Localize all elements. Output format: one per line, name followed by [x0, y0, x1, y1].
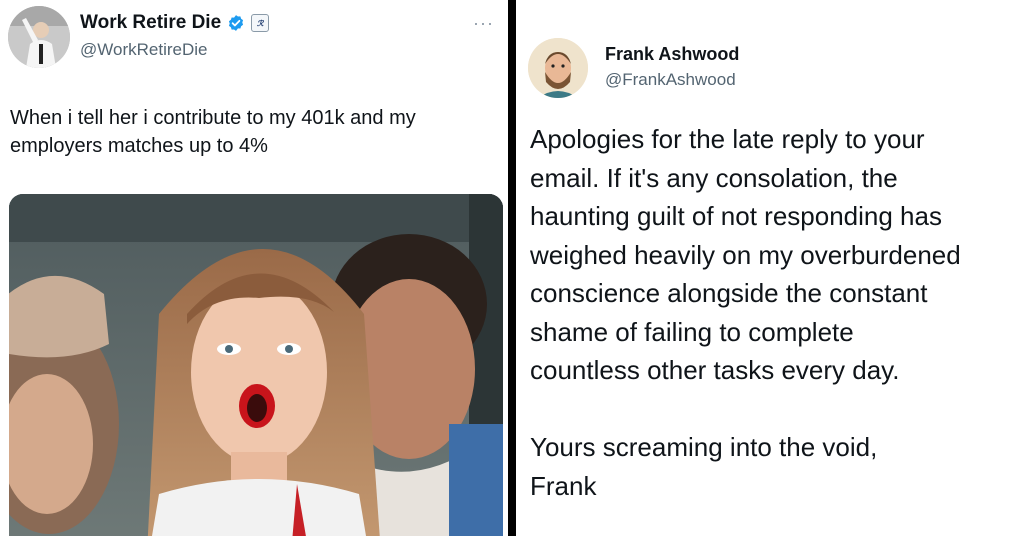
avatar[interactable] — [8, 6, 70, 68]
panel-divider — [508, 0, 516, 536]
avatar[interactable] — [528, 38, 588, 98]
tweet-photo[interactable] — [9, 194, 503, 536]
tweet-line: weighed heavily on my overburdened — [530, 239, 961, 270]
affiliate-badge-icon[interactable]: ℛ — [251, 14, 270, 32]
more-options-icon[interactable]: ··· — [473, 14, 494, 32]
tweet-line: conscience alongside the constant — [530, 278, 928, 308]
tweet-closing-line: Yours screaming into the void, — [530, 432, 878, 462]
display-name[interactable]: Frank Ashwood — [605, 44, 739, 65]
tweet-line: Apologies for the late reply to your — [530, 124, 925, 154]
tweet-signature: Frank — [530, 470, 597, 501]
tweet-line: shame of failing to complete — [530, 316, 854, 347]
tweet-line: email. If it's any consolation, the — [530, 162, 898, 193]
handle[interactable]: @WorkRetireDie — [80, 40, 207, 60]
tweet-line: haunting guilt of not responding has — [530, 201, 942, 231]
display-name[interactable]: Work Retire Die — [80, 12, 221, 34]
tweet-text: When i tell her i contribute to my 401k … — [10, 107, 416, 157]
handle[interactable]: @FrankAshwood — [605, 70, 736, 90]
tweet-text: Apologies for the late reply to your ema… — [530, 120, 1024, 505]
right-tweet-card: Frank Ashwood @FrankAshwood Apologies fo… — [516, 0, 1024, 536]
tweet-line: countless other tasks every day. — [530, 355, 900, 385]
verified-badge-icon — [229, 15, 244, 31]
left-tweet-card: Work Retire Die ℛ @WorkRetireDie ··· Whe… — [0, 0, 508, 536]
